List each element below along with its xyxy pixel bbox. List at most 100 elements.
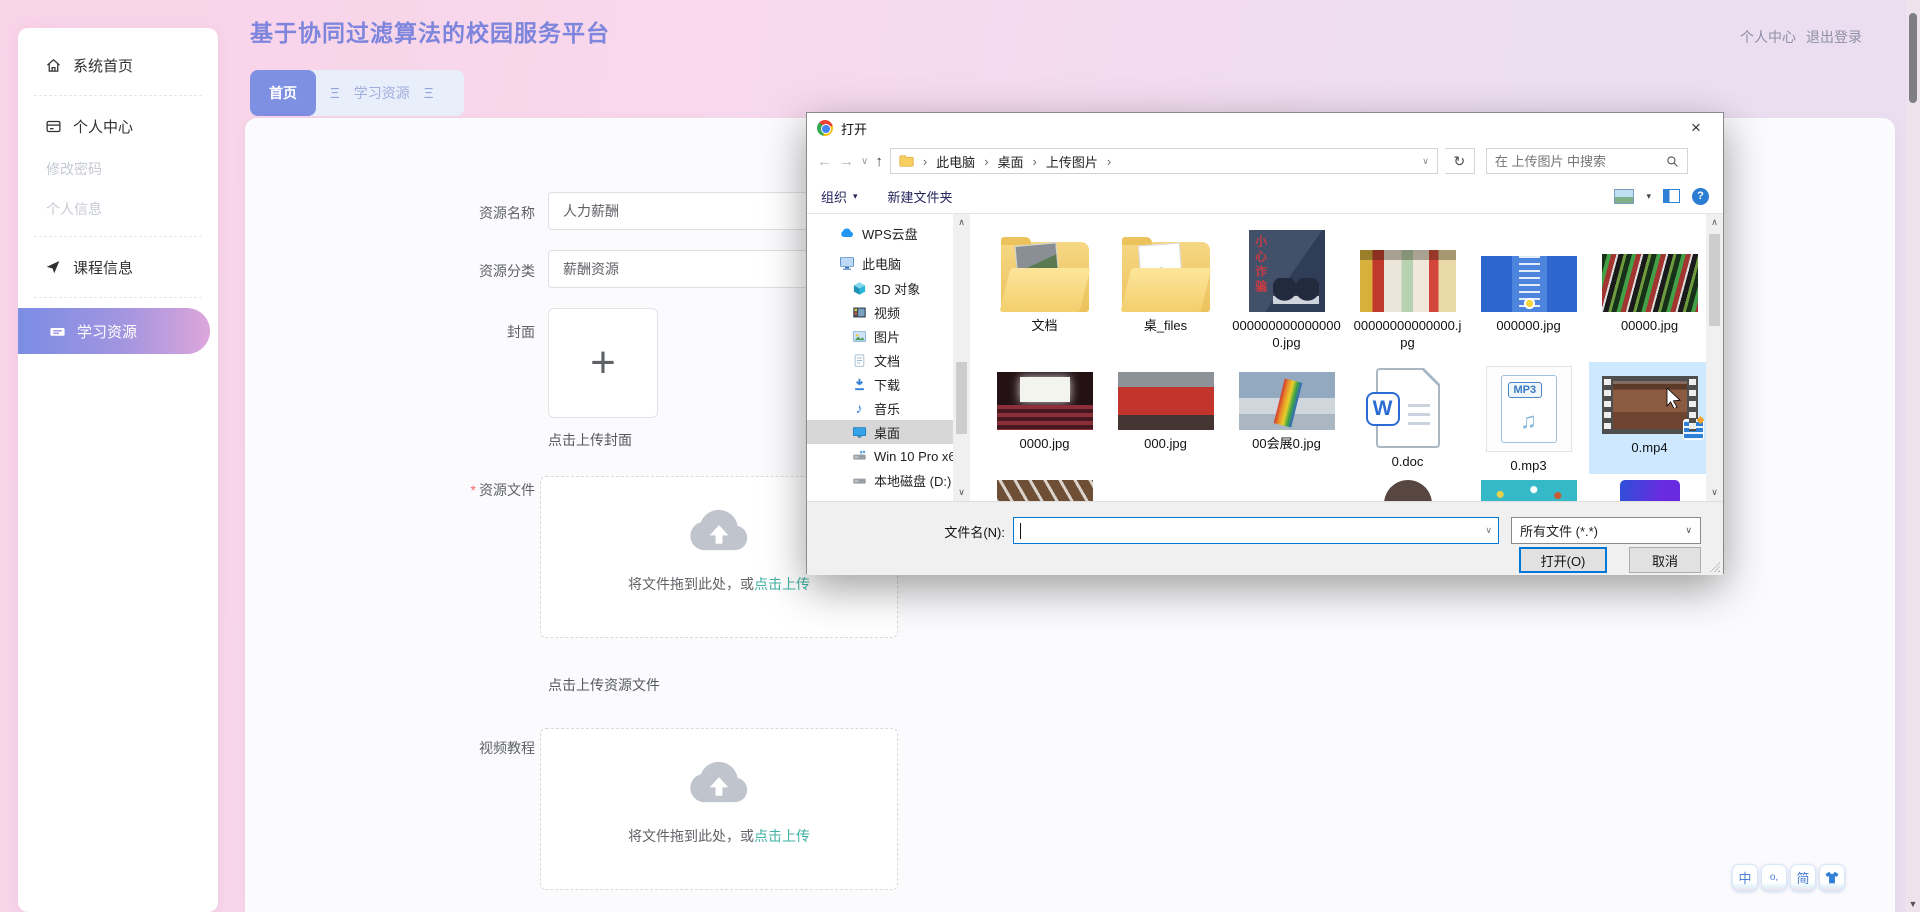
filename-dropdown-icon[interactable]: ∨ — [1485, 525, 1492, 536]
file-item[interactable]: 小心诈骗 0000000000000000.jpg — [1226, 218, 1347, 351]
file-item[interactable]: 文档 — [984, 218, 1105, 351]
file-name: 00会展0.jpg — [1230, 435, 1344, 452]
tree-item-downloads[interactable]: 下载 — [807, 372, 953, 396]
breadcrumb-upload-images[interactable]: 上传图片 — [1046, 152, 1098, 171]
sidebar-item-personal-info[interactable]: 个人信息 — [18, 189, 218, 229]
scrollbar-thumb[interactable] — [1709, 234, 1720, 326]
resource-name-label: 资源名称 — [429, 203, 535, 223]
file-item[interactable]: W 0.doc — [1347, 362, 1468, 474]
scroll-up-icon[interactable]: ∧ — [953, 217, 970, 228]
tree-item-local-disk-d[interactable]: 本地磁盘 (D:) — [807, 468, 953, 492]
click-upload-link[interactable]: 点击上传 — [754, 828, 810, 844]
pinyin-button[interactable]: o, — [1761, 864, 1787, 891]
breadcrumb[interactable]: › 此电脑 › 桌面 › 上传图片 › ∨ — [890, 148, 1438, 174]
simplified-button[interactable]: 简 — [1790, 864, 1816, 891]
video-file-dropzone[interactable]: 将文件拖到此处，或点击上传 — [540, 728, 898, 890]
dialog-titlebar[interactable]: 打开 × — [807, 113, 1723, 143]
resize-grip[interactable] — [1710, 562, 1720, 572]
file-item[interactable] — [1226, 480, 1347, 501]
file-item[interactable]: ☺ 桌_files — [1105, 218, 1226, 351]
tree-item-desktop[interactable]: 桌面 — [807, 420, 953, 444]
scroll-down-icon[interactable]: ∨ — [953, 487, 970, 498]
filetype-select[interactable]: 所有文件 (*.*) ∨ — [1511, 517, 1701, 544]
search-input[interactable] — [1495, 154, 1666, 169]
tree-item-wps-cloud[interactable]: WPS云盘 — [807, 220, 953, 246]
history-chevron-icon[interactable]: ∨ — [861, 156, 868, 167]
file-item[interactable] — [1105, 480, 1226, 501]
help-icon[interactable]: ? — [1692, 188, 1709, 205]
tab-learning-resources[interactable]: 学习资源 — [354, 83, 410, 103]
chinese-button[interactable]: 中 — [1732, 864, 1758, 891]
file-item[interactable] — [1347, 480, 1468, 501]
scrollbar-thumb[interactable] — [1909, 13, 1917, 103]
image-thumbnail: 小心诈骗 — [1249, 230, 1325, 312]
page-scrollbar[interactable]: ▼ — [1906, 0, 1920, 912]
address-dropdown-icon[interactable]: ∨ — [1422, 156, 1429, 167]
menu-icon[interactable]: Ξ — [424, 85, 434, 102]
file-item[interactable] — [1468, 480, 1589, 501]
file-item[interactable]: 00000.jpg — [1589, 218, 1706, 351]
scrollbar-thumb[interactable] — [956, 362, 967, 434]
breadcrumb-desktop[interactable]: 桌面 — [998, 152, 1024, 171]
folder-thumbnail: ☺ — [1122, 242, 1210, 312]
file-item[interactable] — [984, 480, 1105, 501]
sidebar-item-change-password[interactable]: 修改密码 — [18, 149, 218, 189]
back-icon[interactable]: ← — [817, 153, 832, 170]
sidebar-item-course-info[interactable]: 课程信息 — [18, 244, 218, 290]
sidebar-item-home[interactable]: 系统首页 — [18, 42, 218, 88]
theme-shirt-button[interactable] — [1819, 864, 1845, 891]
file-item[interactable]: 000.jpg — [1105, 362, 1226, 474]
dialog-toolbar: 组织 ▾ 新建文件夹 ▾ ? — [807, 179, 1723, 213]
close-icon[interactable]: × — [1679, 115, 1713, 141]
logout-link[interactable]: 退出登录 — [1806, 27, 1862, 47]
tree-scrollbar[interactable]: ∧ ∨ — [953, 214, 970, 501]
file-item[interactable]: MP3♫ 0.mp3 — [1468, 362, 1589, 474]
image-thumbnail — [1481, 480, 1577, 501]
scroll-down-icon[interactable]: ▼ — [1906, 899, 1920, 909]
sidebar-item-profile-center[interactable]: 个人中心 — [18, 103, 218, 149]
new-folder-button[interactable]: 新建文件夹 — [888, 187, 953, 206]
file-item[interactable] — [1589, 480, 1706, 501]
refresh-button[interactable]: ↻ — [1445, 148, 1475, 174]
up-icon[interactable]: ↑ — [875, 153, 883, 170]
file-name: 0000000000000000.jpg — [1230, 317, 1344, 351]
text-caret — [1020, 523, 1021, 539]
file-name: 桌_files — [1109, 317, 1223, 334]
breadcrumb-separator: › — [1033, 154, 1037, 169]
click-upload-link[interactable]: 点击上传 — [754, 576, 810, 592]
file-list-scrollbar[interactable]: ∧ ∨ — [1706, 214, 1723, 501]
file-item[interactable]: 000000.jpg — [1468, 218, 1589, 351]
open-button[interactable]: 打开(O) — [1519, 547, 1607, 573]
filename-input[interactable]: ∨ — [1013, 517, 1499, 544]
scroll-down-icon[interactable]: ∨ — [1706, 487, 1723, 498]
view-thumbnails-icon[interactable] — [1614, 189, 1634, 204]
tree-item-pictures[interactable]: 图片 — [807, 324, 953, 348]
forward-icon[interactable]: → — [839, 153, 854, 170]
dialog-footer: 文件名(N): ∨ 所有文件 (*.*) ∨ 打开(O) 取消 — [807, 501, 1723, 575]
desktop-icon — [851, 424, 867, 440]
breadcrumb-this-pc[interactable]: 此电脑 — [936, 152, 975, 171]
user-center-link[interactable]: 个人中心 — [1740, 27, 1796, 47]
sidebar-item-learning-resources[interactable]: 学习资源 — [18, 308, 210, 354]
file-item-selected[interactable]: 0.mp4 — [1589, 362, 1706, 474]
file-item[interactable]: 00会展0.jpg — [1226, 362, 1347, 474]
divider — [34, 95, 202, 96]
organize-menu[interactable]: 组织 ▾ — [821, 187, 858, 206]
file-item[interactable]: 0000.jpg — [984, 362, 1105, 474]
cover-upload-box[interactable]: + — [548, 308, 658, 418]
tree-item-this-pc[interactable]: 此电脑 — [807, 250, 953, 276]
preview-pane-icon[interactable] — [1663, 189, 1680, 203]
search-box[interactable] — [1486, 148, 1688, 174]
cancel-button[interactable]: 取消 — [1629, 547, 1701, 573]
scroll-up-icon[interactable]: ∧ — [1706, 217, 1723, 228]
tree-item-documents[interactable]: 文档 — [807, 348, 953, 372]
tree-item-videos[interactable]: 视频 — [807, 300, 953, 324]
breadcrumb-separator: › — [923, 154, 927, 169]
tree-item-music[interactable]: ♪ 音乐 — [807, 396, 953, 420]
menu-icon[interactable]: Ξ — [330, 85, 340, 102]
tab-home[interactable]: 首页 — [250, 70, 316, 116]
file-item[interactable]: 00000000000000.jpg — [1347, 218, 1468, 351]
tree-item-system-drive[interactable]: Win 10 Pro x64 ( — [807, 444, 953, 468]
view-dropdown-icon[interactable]: ▾ — [1646, 191, 1651, 202]
tree-item-3d-objects[interactable]: 3D 对象 — [807, 276, 953, 300]
